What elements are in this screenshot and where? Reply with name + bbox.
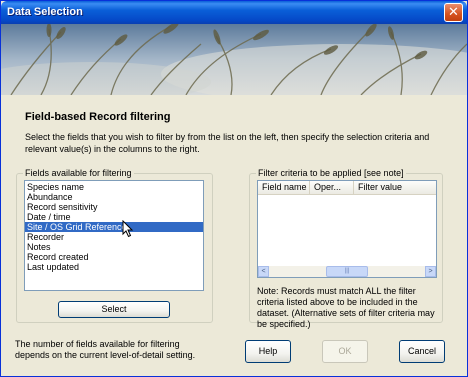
chevron-left-icon: < bbox=[261, 268, 266, 275]
field-list-item[interactable]: Notes bbox=[25, 242, 203, 252]
fields-listbox[interactable]: Species name Abundance Record sensitivit… bbox=[24, 180, 204, 291]
page-heading: Field-based Record filtering bbox=[25, 111, 171, 123]
chevron-right-icon: > bbox=[428, 268, 433, 275]
field-list-item[interactable]: Record sensitivity bbox=[25, 202, 203, 212]
column-header-filter-value[interactable]: Filter value bbox=[354, 181, 436, 195]
cancel-button[interactable]: Cancel bbox=[399, 340, 445, 363]
grip-icon: ||| bbox=[344, 268, 350, 274]
horizontal-scrollbar[interactable]: < ||| > bbox=[258, 266, 436, 277]
grass-banner-art bbox=[1, 24, 467, 95]
field-list-item[interactable]: Species name bbox=[25, 182, 203, 192]
scroll-thumb[interactable]: ||| bbox=[326, 266, 368, 277]
close-icon: ✕ bbox=[448, 4, 459, 19]
field-list-item-selected[interactable]: Site / OS Grid Reference bbox=[25, 222, 203, 232]
column-header-field-name[interactable]: Field name bbox=[258, 181, 310, 195]
scroll-right-button[interactable]: > bbox=[425, 266, 436, 277]
ok-button[interactable]: OK bbox=[322, 340, 368, 363]
grid-header: Field name Oper... Filter value bbox=[258, 181, 436, 195]
fields-available-label: Fields available for filtering bbox=[23, 168, 134, 179]
filter-criteria-label: Filter criteria to be applied [see note] bbox=[256, 168, 406, 179]
data-selection-dialog: Data Selection ✕ Field-based Record filt… bbox=[0, 0, 468, 377]
select-button[interactable]: Select bbox=[58, 301, 170, 318]
field-list-item[interactable]: Last updated bbox=[25, 262, 203, 272]
help-button[interactable]: Help bbox=[245, 340, 291, 363]
mouse-pointer-icon bbox=[122, 220, 134, 238]
close-button[interactable]: ✕ bbox=[444, 3, 463, 22]
window-title: Data Selection bbox=[7, 6, 83, 18]
field-list-item[interactable]: Recorder bbox=[25, 232, 203, 242]
filter-note: Note: Records must match ALL the filter … bbox=[257, 286, 435, 329]
header-banner-image bbox=[1, 24, 467, 95]
title-bar[interactable]: Data Selection ✕ bbox=[1, 1, 467, 24]
scroll-left-button[interactable]: < bbox=[258, 266, 269, 277]
field-list-item[interactable]: Record created bbox=[25, 252, 203, 262]
fields-available-group: Fields available for filtering Species n… bbox=[16, 168, 213, 323]
field-list-item[interactable]: Date / time bbox=[25, 212, 203, 222]
field-list-item[interactable]: Abundance bbox=[25, 192, 203, 202]
column-header-operator[interactable]: Oper... bbox=[310, 181, 354, 195]
footer-info-text: The number of fields available for filte… bbox=[15, 339, 196, 360]
page-description: Select the fields that you wish to filte… bbox=[25, 132, 430, 154]
filter-criteria-group: Filter criteria to be applied [see note]… bbox=[249, 168, 443, 329]
filter-criteria-grid[interactable]: Field name Oper... Filter value < ||| > bbox=[257, 180, 437, 278]
